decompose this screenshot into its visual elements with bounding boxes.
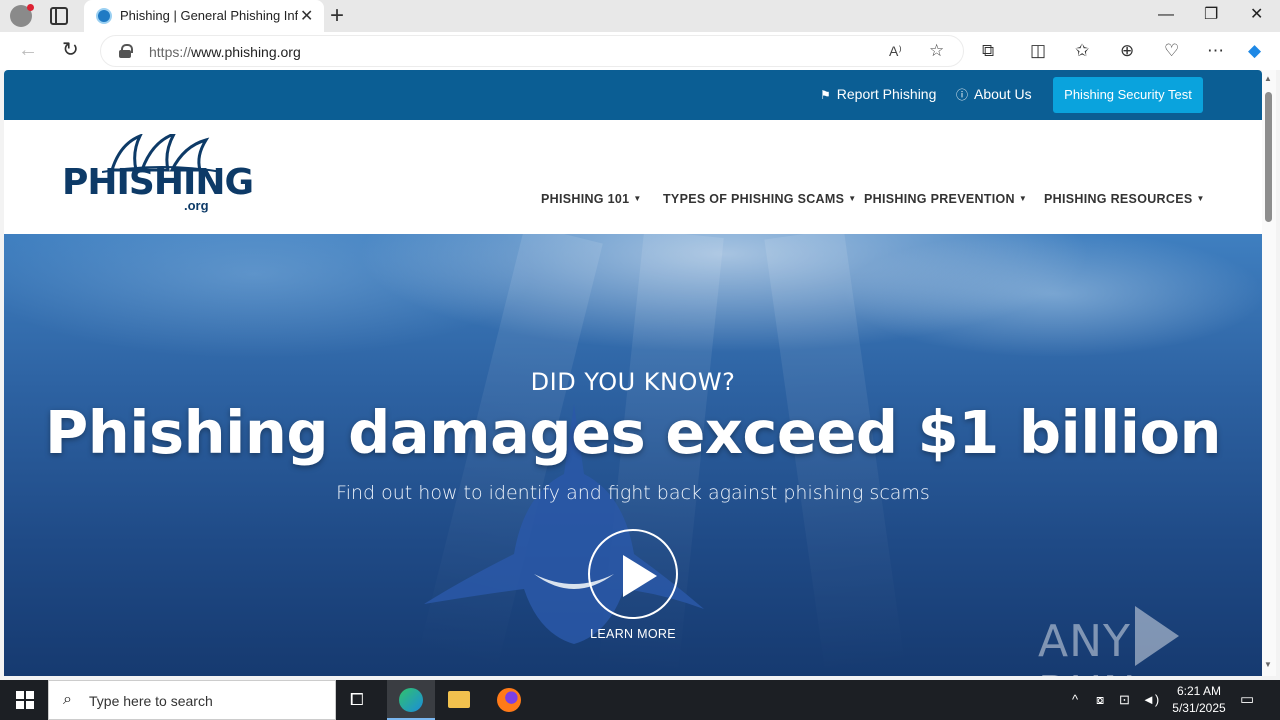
new-tab-button[interactable]: + [330,2,344,30]
taskbar-search-placeholder: Type here to search [89,693,213,709]
hero-headline: Phishing damages exceed $1 billion [45,398,1222,467]
network-icon[interactable]: ⊡ [1119,692,1130,708]
url-text[interactable]: https://www.phishing.org [149,44,301,60]
caret-down-icon: ▼ [1018,194,1028,203]
scroll-up-arrow-icon[interactable]: ▲ [1264,74,1272,83]
caret-down-icon: ▼ [1196,194,1205,203]
read-aloud-icon[interactable]: A⁾ [889,42,902,60]
extensions-icon[interactable]: ⧉ [982,42,994,60]
windows-taskbar: ⌕ Type here to search ⧠ ^ ⧇ ⊡ ◄) 6:21 AM… [0,680,1280,720]
report-phishing-link[interactable]: ⚑ Report Phishing [820,86,936,102]
collections-icon[interactable]: ⊕ [1120,42,1134,60]
browser-tab-strip: Phishing | General Phishing Infor ✕ + — … [0,0,1280,32]
info-icon: ⓘ [956,88,969,102]
minimize-button[interactable]: — [1158,4,1174,26]
phishing-security-test-button[interactable]: Phishing Security Test [1053,77,1203,113]
search-icon: ⌕ [63,691,72,708]
task-view-icon: ⧠ [350,690,364,709]
site-logo[interactable]: PHISHING .org [62,134,254,213]
menu-phishing-resources[interactable]: PHISHING RESOURCES ▼ [1044,192,1205,206]
scrollbar-thumb[interactable] [1265,92,1272,222]
menu-phishing-101[interactable]: PHISHING 101 ▼ [541,192,642,206]
page-scrollbar[interactable]: ▲ ▼ [1262,70,1276,676]
logo-tld: .org [184,198,209,213]
close-window-button[interactable]: ✕ [1250,4,1263,26]
firefox-taskbar-button[interactable] [484,680,532,720]
flag-icon: ⚑ [820,88,831,102]
task-view-button[interactable]: ⧠ [336,680,384,720]
browser-tab-active[interactable]: Phishing | General Phishing Infor ✕ [84,0,324,32]
page-viewport: ⚑ Report Phishing ⓘ About Us Phishing Secu… [4,70,1262,676]
restore-button[interactable]: ❐ [1204,4,1218,26]
favorite-star-icon[interactable]: ☆ [929,42,944,60]
browser-essentials-icon[interactable]: ♡ [1164,42,1179,60]
caret-down-icon: ▼ [848,194,857,203]
taskbar-search-box[interactable]: ⌕ Type here to search [48,680,336,720]
site-favicon-icon [96,8,112,24]
firefox-icon [497,688,521,712]
copilot-icon[interactable]: ◆ [1248,42,1261,60]
menu-types-of-phishing-scams[interactable]: TYPES OF PHISHING SCAMS ▼ [663,192,856,206]
meet-now-icon[interactable]: ⧇ [1096,692,1104,708]
profile-avatar-icon[interactable] [10,4,34,27]
folder-icon [448,691,470,708]
file-explorer-taskbar-button[interactable] [435,680,483,720]
notifications-icon[interactable]: ▭ [1240,692,1254,708]
tab-close-icon[interactable]: ✕ [300,6,313,26]
hero-subheadline: Find out how to identify and fight back … [336,482,930,504]
anyrun-watermark: ANYRUN [1038,606,1262,676]
windows-start-icon[interactable] [16,691,34,709]
menu-phishing-prevention[interactable]: PHISHING PREVENTION ▼ [864,192,1027,206]
refresh-icon[interactable]: ↻ [62,40,79,60]
split-screen-icon[interactable]: ◫ [1030,42,1046,60]
edge-icon [399,688,423,712]
taskbar-clock[interactable]: 6:21 AM 5/31/2025 [1164,683,1234,717]
hero-kicker: DID YOU KNOW? [530,368,736,396]
favorites-icon[interactable]: ✩ [1075,42,1089,60]
edge-taskbar-button[interactable] [387,680,435,720]
address-bar[interactable]: https://www.phishing.org A⁾ ☆ [100,35,964,67]
site-header: PHISHING .org PHISHING 101 ▼ TYPES OF PHI… [4,120,1262,234]
tab-actions-icon[interactable] [50,7,68,25]
play-triangle-icon [1134,606,1179,666]
hero-banner: DID YOU KNOW? Phishing damages exceed $1… [4,234,1262,676]
caret-down-icon: ▼ [633,194,642,203]
about-us-link[interactable]: ⓘ About Us [956,86,1032,103]
show-hidden-icons-chevron-icon[interactable]: ^ [1072,692,1078,708]
back-arrow-icon[interactable]: ← [18,40,38,60]
tab-title: Phishing | General Phishing Infor [120,8,298,23]
volume-icon[interactable]: ◄) [1142,692,1159,708]
more-menu-icon[interactable]: ⋯ [1207,42,1224,60]
scroll-down-arrow-icon[interactable]: ▼ [1264,660,1272,669]
play-video-button[interactable] [588,529,678,619]
logo-wordmark: PHISHING [62,162,254,203]
site-top-bar: ⚑ Report Phishing ⓘ About Us Phishing Secu… [4,70,1262,120]
lock-icon[interactable] [119,44,133,58]
